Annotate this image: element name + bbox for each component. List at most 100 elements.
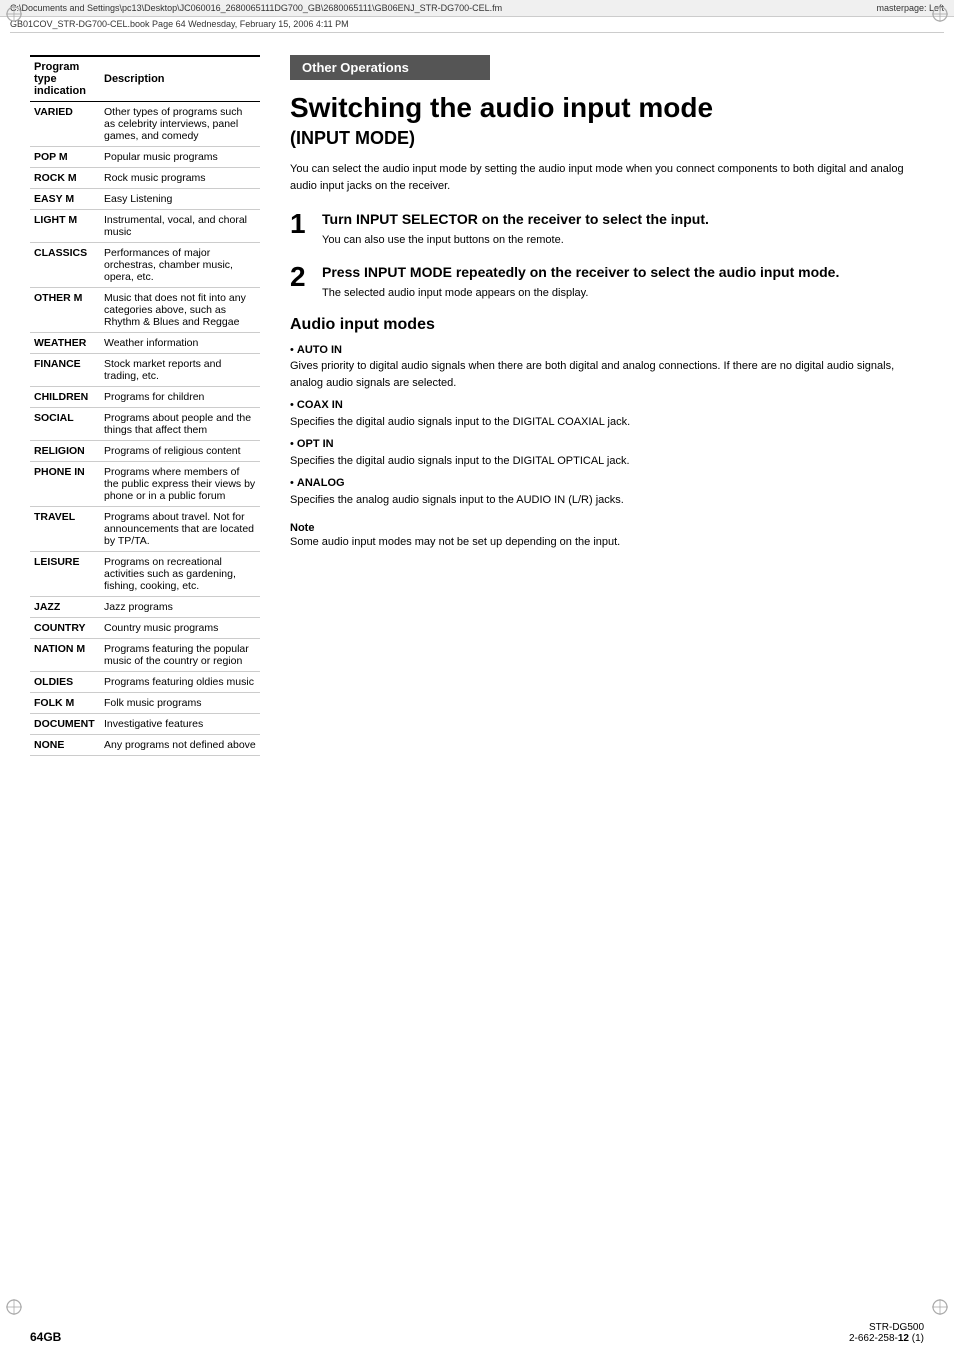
file-path: C:\Documents and Settings\pc13\Desktop\J… — [10, 3, 502, 13]
program-desc: Country music programs — [100, 618, 260, 639]
model-number: STR-DG5002-662-258-12 (1) — [849, 1322, 924, 1344]
table-row: RELIGIONPrograms of religious content — [30, 441, 260, 462]
program-desc: Jazz programs — [100, 597, 260, 618]
program-type: VARIED — [30, 102, 100, 147]
mode-name: COAX IN — [297, 399, 343, 411]
table-row: CLASSICSPerformances of major orchestras… — [30, 243, 260, 288]
mode-desc: Specifies the digital audio signals inpu… — [290, 455, 630, 467]
intro-text: You can select the audio input mode by s… — [290, 161, 924, 194]
program-desc: Programs where members of the public exp… — [100, 462, 260, 507]
program-desc: Performances of major orchestras, chambe… — [100, 243, 260, 288]
note-title: Note — [290, 522, 314, 534]
mode-item: AUTO INGives priority to digital audio s… — [290, 342, 924, 392]
program-type: TRAVEL — [30, 507, 100, 552]
page-content: Program type indication Description VARI… — [0, 35, 954, 776]
table-row: FOLK MFolk music programs — [30, 693, 260, 714]
program-type: CLASSICS — [30, 243, 100, 288]
table-row: EASY MEasy Listening — [30, 189, 260, 210]
program-desc: Programs on recreational activities such… — [100, 552, 260, 597]
note-section: Note Some audio input modes may not be s… — [290, 520, 924, 551]
program-desc: Stock market reports and trading, etc. — [100, 354, 260, 387]
page-header: C:\Documents and Settings\pc13\Desktop\J… — [0, 0, 954, 17]
table-row: LIGHT MInstrumental, vocal, and choral m… — [30, 210, 260, 243]
table-row: OLDIESPrograms featuring oldies music — [30, 672, 260, 693]
program-type: CHILDREN — [30, 387, 100, 408]
left-column: Program type indication Description VARI… — [30, 55, 260, 756]
program-desc: Programs featuring oldies music — [100, 672, 260, 693]
program-type: PHONE IN — [30, 462, 100, 507]
corner-mark-bl — [5, 1298, 23, 1319]
mode-item: COAX IN Specifies the digital audio signa… — [290, 397, 924, 430]
mode-name: OPT IN — [297, 438, 334, 450]
step-2-desc: The selected audio input mode appears on… — [322, 285, 839, 302]
program-type: FINANCE — [30, 354, 100, 387]
bullet-icon — [290, 344, 297, 356]
note-text: Some audio input modes may not be set up… — [290, 536, 620, 548]
book-info: GB01COV_STR-DG700-CEL.book Page 64 Wedne… — [10, 19, 944, 33]
table-row: POP MPopular music programs — [30, 147, 260, 168]
mode-name: ANALOG — [297, 477, 345, 489]
audio-modes-title: Audio input modes — [290, 316, 924, 334]
step-1-number: 1 — [290, 210, 312, 249]
corner-mark-tl — [5, 5, 23, 26]
program-desc: Programs featuring the popular music of … — [100, 639, 260, 672]
col-type-header: Program type indication — [30, 56, 100, 102]
program-desc: Easy Listening — [100, 189, 260, 210]
program-type: OLDIES — [30, 672, 100, 693]
table-row: WEATHERWeather information — [30, 333, 260, 354]
program-type: OTHER M — [30, 288, 100, 333]
corner-mark-tr — [931, 5, 949, 26]
step-1-desc: You can also use the input buttons on th… — [322, 232, 709, 249]
program-desc: Any programs not defined above — [100, 735, 260, 756]
mode-item: OPT IN Specifies the digital audio signal… — [290, 436, 924, 469]
main-title: Switching the audio input mode — [290, 92, 924, 124]
program-type: EASY M — [30, 189, 100, 210]
sub-title: (INPUT MODE) — [290, 128, 924, 149]
program-type: LIGHT M — [30, 210, 100, 243]
bullet-icon — [290, 477, 297, 489]
program-type: WEATHER — [30, 333, 100, 354]
program-desc: Programs about travel. Not for announcem… — [100, 507, 260, 552]
program-table: Program type indication Description VARI… — [30, 55, 260, 756]
table-row: TRAVELPrograms about travel. Not for ann… — [30, 507, 260, 552]
bullet-icon — [290, 438, 297, 450]
table-row: VARIEDOther types of programs such as ce… — [30, 102, 260, 147]
program-desc: Folk music programs — [100, 693, 260, 714]
mode-name: AUTO IN — [297, 344, 342, 356]
table-row: DOCUMENTInvestigative features — [30, 714, 260, 735]
program-type: NATION M — [30, 639, 100, 672]
step-1-heading: Turn INPUT SELECTOR on the receiver to s… — [322, 210, 709, 228]
program-type: ROCK M — [30, 168, 100, 189]
program-desc: Instrumental, vocal, and choral music — [100, 210, 260, 243]
program-type: COUNTRY — [30, 618, 100, 639]
step-1-content: Turn INPUT SELECTOR on the receiver to s… — [322, 210, 709, 249]
program-desc: Programs of religious content — [100, 441, 260, 462]
program-desc: Other types of programs such as celebrit… — [100, 102, 260, 147]
corner-mark-br — [931, 1298, 949, 1319]
program-desc: Programs for children — [100, 387, 260, 408]
mode-item: ANALOG Specifies the analog audio signals… — [290, 475, 924, 508]
program-desc: Rock music programs — [100, 168, 260, 189]
table-row: NONEAny programs not defined above — [30, 735, 260, 756]
table-row: LEISUREPrograms on recreational activiti… — [30, 552, 260, 597]
program-type: RELIGION — [30, 441, 100, 462]
page-number: 64GB — [30, 1330, 61, 1344]
mode-desc: Specifies the analog audio signals input… — [290, 494, 624, 506]
program-desc: Music that does not fit into any categor… — [100, 288, 260, 333]
section-banner: Other Operations — [290, 55, 490, 80]
program-type: DOCUMENT — [30, 714, 100, 735]
program-type: NONE — [30, 735, 100, 756]
mode-desc: Specifies the digital audio signals inpu… — [290, 416, 630, 428]
table-row: NATION MPrograms featuring the popular m… — [30, 639, 260, 672]
step-2: 2 Press INPUT MODE repeatedly on the rec… — [290, 263, 924, 302]
table-row: FINANCEStock market reports and trading,… — [30, 354, 260, 387]
step-1: 1 Turn INPUT SELECTOR on the receiver to… — [290, 210, 924, 249]
program-type: POP M — [30, 147, 100, 168]
program-type: SOCIAL — [30, 408, 100, 441]
program-type: JAZZ — [30, 597, 100, 618]
table-row: OTHER MMusic that does not fit into any … — [30, 288, 260, 333]
program-type: LEISURE — [30, 552, 100, 597]
program-desc: Programs about people and the things tha… — [100, 408, 260, 441]
table-row: PHONE INPrograms where members of the pu… — [30, 462, 260, 507]
table-row: JAZZJazz programs — [30, 597, 260, 618]
